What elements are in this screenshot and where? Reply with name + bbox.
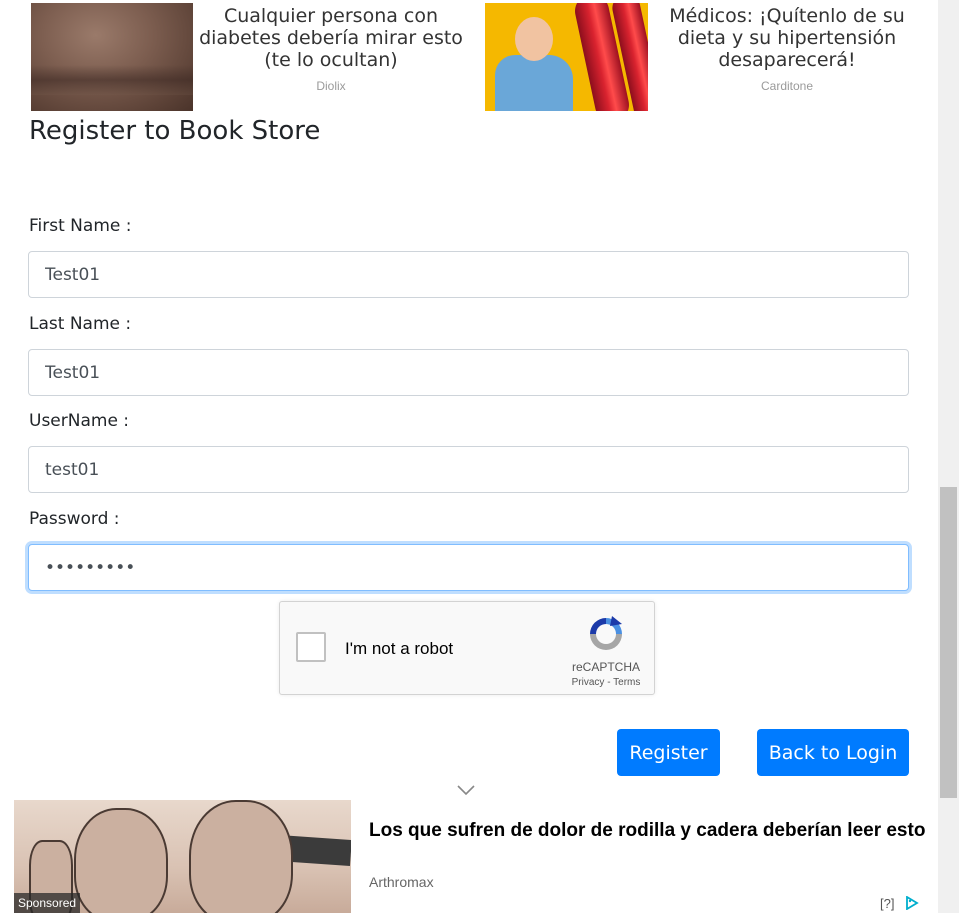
recaptcha-links[interactable]: Privacy - Terms: [561, 677, 651, 688]
last-name-label: Last Name :: [29, 314, 132, 334]
username-label: UserName :: [29, 411, 130, 431]
sponsored-badge: Sponsored: [14, 893, 81, 913]
first-name-label: First Name :: [29, 216, 132, 236]
username-input[interactable]: [28, 446, 909, 493]
last-name-input[interactable]: [28, 349, 909, 396]
recaptcha-brand: reCAPTCHA: [571, 660, 640, 674]
chevron-down-icon[interactable]: [456, 784, 476, 796]
bottom-ad-banner[interactable]: [0, 800, 938, 913]
ad-image-carditone[interactable]: [485, 3, 648, 111]
page-title: Register to Book Store: [29, 116, 321, 146]
recaptcha-checkbox[interactable]: [296, 632, 326, 662]
bottom-ad-brand: Arthromax: [369, 874, 434, 890]
recaptcha-widget: I'm not a robot reCAPTCHA Privacy - Term…: [279, 601, 655, 695]
ad-title-carditone[interactable]: Médicos: ¡Quítenlo de su dieta y su hipe…: [656, 5, 918, 71]
recaptcha-label: I'm not a robot: [345, 639, 454, 658]
ad-title-diolix[interactable]: Cualquier persona con diabetes debería m…: [193, 5, 469, 71]
back-to-login-button[interactable]: Back to Login: [757, 729, 909, 776]
adchoices-icon[interactable]: [904, 896, 920, 910]
ad-image-diolix[interactable]: [31, 3, 193, 111]
password-label: Password :: [29, 509, 120, 529]
bottom-ad-title[interactable]: Los que sufren de dolor de rodilla y cad…: [369, 818, 929, 844]
register-button[interactable]: Register: [617, 729, 720, 776]
adchoices-help[interactable]: [?]: [880, 896, 894, 911]
password-input[interactable]: [28, 544, 909, 591]
ad-brand-carditone: Carditone: [760, 79, 814, 93]
ad-brand-diolix: Diolix: [316, 79, 346, 93]
recaptcha-logo-icon: [590, 616, 622, 650]
first-name-input[interactable]: [28, 251, 909, 298]
scrollbar-thumb[interactable]: [940, 487, 957, 798]
